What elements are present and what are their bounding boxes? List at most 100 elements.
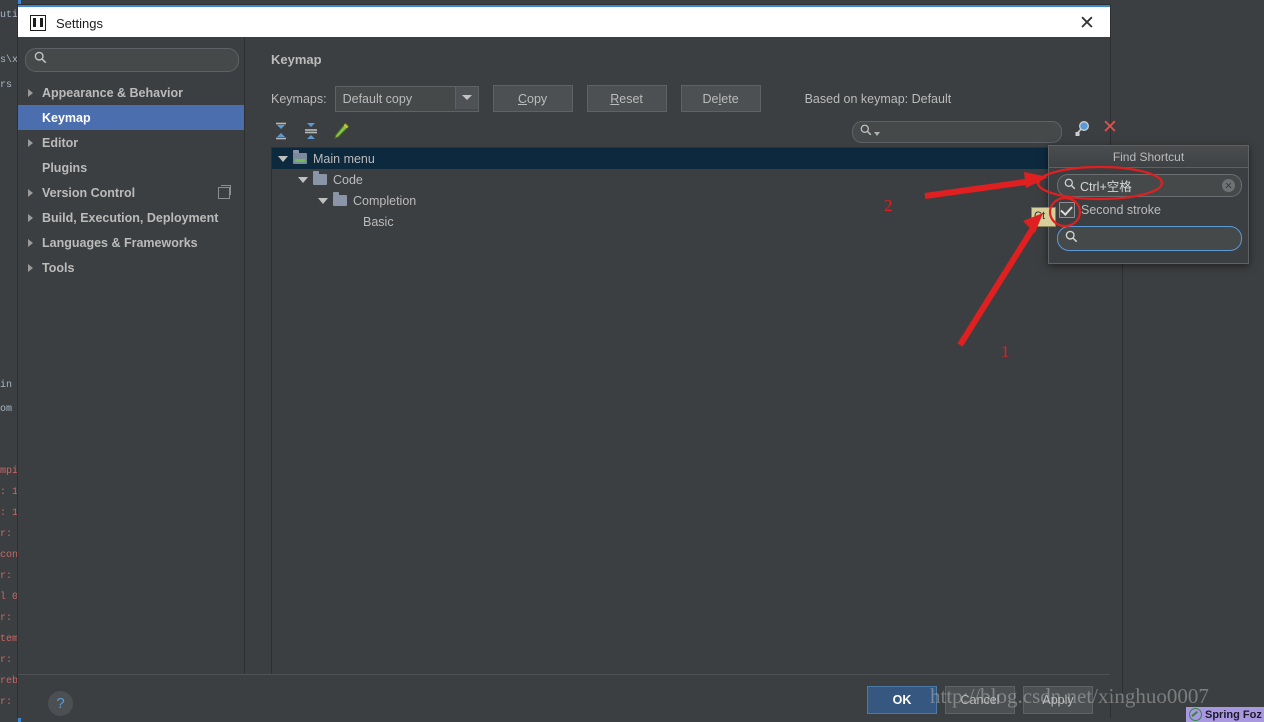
intellij-logo-icon — [30, 15, 46, 31]
sidebar-item-build-execution-deployment[interactable]: Build, Execution, Deployment — [18, 205, 244, 230]
ide-console-fragment: r: 1 — [0, 613, 18, 624]
delete-button-prefix: De — [702, 91, 719, 106]
ide-console-fragment: : 14 — [0, 487, 18, 498]
clear-circle-icon[interactable] — [1222, 179, 1235, 192]
ide-right-panel: Create ... — [1110, 0, 1264, 722]
sidebar-item-keymap[interactable]: Keymap — [18, 105, 244, 130]
keymap-search-box[interactable] — [852, 121, 1062, 143]
reset-button[interactable]: Reset — [586, 85, 667, 112]
second-stroke-checkbox-row[interactable]: Second stroke — [1059, 202, 1161, 218]
dialog-title: Settings — [56, 15, 103, 31]
sidebar-item-label: Version Control — [42, 185, 136, 200]
copy-button-label: opy — [527, 91, 548, 106]
cancel-button[interactable]: Cancel — [945, 686, 1015, 714]
sidebar-search-box[interactable] — [25, 48, 239, 72]
ok-button[interactable]: OK — [867, 686, 937, 714]
chevron-right-icon — [28, 263, 33, 272]
twisty-down-icon[interactable] — [278, 155, 288, 162]
ide-console-fragment: r: 1 — [0, 655, 18, 666]
chevron-right-icon — [28, 188, 33, 197]
keymap-pane: Keymap Keymaps: Default copy Copy Reset … — [245, 37, 1123, 694]
edit-shortcut-icon[interactable] — [331, 121, 351, 141]
page-title: Keymap — [271, 52, 322, 67]
second-stroke-label: Second stroke — [1081, 203, 1161, 217]
chevron-right-icon — [28, 213, 33, 222]
dialog-titlebar: Settings ✕ — [18, 5, 1110, 39]
tree-row-label: Basic — [363, 214, 394, 229]
twisty-down-icon[interactable] — [318, 197, 328, 204]
expand-all-icon[interactable] — [271, 121, 291, 141]
delete-button[interactable]: De l ete — [680, 85, 761, 112]
keymap-dropdown-value: Default copy — [342, 91, 413, 106]
keymap-toolbar — [271, 121, 351, 141]
sidebar-item-label: Plugins — [42, 160, 88, 175]
sidebar-item-label: Tools — [42, 260, 75, 275]
spacer-icon — [28, 164, 33, 172]
tree-row[interactable]: Code — [272, 169, 1122, 190]
ide-fragment: in — [0, 380, 13, 391]
search-icon — [1064, 177, 1076, 195]
ide-console-fragment: r: 1 — [0, 529, 18, 540]
annotation-number-2: 2 — [884, 196, 893, 215]
dialog-bottom-bar: ? OK Cancel Apply — [18, 674, 1110, 718]
keymap-tree[interactable]: Main menu Code Completion Basic — [271, 147, 1123, 694]
copy-button-mnemonic: C — [518, 91, 528, 106]
sidebar-item-label: Keymap — [42, 110, 91, 125]
close-icon[interactable]: ✕ — [1064, 7, 1110, 39]
tree-row-label: Code — [333, 172, 363, 187]
second-stroke-checkbox[interactable] — [1059, 202, 1075, 218]
ide-fragment: rs — [0, 80, 13, 91]
second-stroke-field[interactable] — [1057, 226, 1245, 251]
ide-fragment: utils — [0, 10, 18, 21]
sidebar-item-languages-frameworks[interactable]: Languages & Frameworks — [18, 230, 244, 255]
apply-button[interactable]: Apply — [1023, 686, 1093, 714]
collapse-all-icon[interactable] — [301, 121, 321, 141]
sidebar-item-version-control[interactable]: Version Control — [18, 180, 244, 205]
ide-left-editor-strip: utils s\x rs in om mpi : 14 : 14 r: 1 co… — [0, 0, 18, 722]
chevron-right-icon — [28, 238, 33, 247]
ide-console-fragment: mpi — [0, 466, 18, 477]
annotation-number-1: 1 — [1001, 342, 1010, 361]
help-button[interactable]: ? — [48, 691, 73, 716]
sidebar-item-label: Languages & Frameworks — [42, 235, 198, 250]
chevron-down-icon[interactable] — [454, 86, 478, 109]
tree-row[interactable]: Completion — [272, 190, 1122, 211]
first-stroke-value: Ctrl+空格 — [1080, 180, 1132, 194]
reset-button-label: eset — [619, 91, 643, 106]
find-shortcut-popup: Find Shortcut Ctrl+空格 Second stroke — [1048, 145, 1249, 264]
filter-by-shortcut-icon[interactable] — [1073, 119, 1093, 139]
chevron-right-icon — [28, 138, 33, 147]
ide-console-fragment: tem — [0, 634, 18, 645]
clear-filter-icon[interactable]: ✕ — [1100, 118, 1120, 138]
dialog-action-buttons: OK Cancel Apply — [867, 686, 1093, 714]
tree-row[interactable]: Main menu — [272, 148, 1122, 169]
sidebar-item-appearance-behavior[interactable]: Appearance & Behavior — [18, 80, 244, 105]
ide-console-fragment: r: 1 — [0, 697, 18, 708]
based-on-keymap-label: Based on keymap: Default — [804, 91, 952, 106]
spring-leaf-icon — [1189, 708, 1202, 721]
settings-sidebar: Appearance & Behavior Keymap Editor Plug… — [18, 37, 245, 674]
keymap-dropdown[interactable]: Default copy — [334, 85, 479, 112]
keymap-search-input[interactable] — [880, 125, 1061, 139]
spring-badge-label: Spring Foz — [1205, 708, 1262, 721]
reset-button-mnemonic: R — [610, 91, 620, 106]
keymap-selector-row: Keymaps: Default copy Copy Reset De l ete … — [271, 85, 951, 112]
tree-row-label: Completion — [353, 193, 417, 208]
copy-icon — [218, 185, 231, 199]
sidebar-item-label: Build, Execution, Deployment — [42, 210, 219, 225]
shortcut-tooltip-badge: Ct — [1031, 207, 1056, 227]
copy-button[interactable]: Copy — [492, 85, 573, 112]
sidebar-item-editor[interactable]: Editor — [18, 130, 244, 155]
first-stroke-field[interactable]: Ctrl+空格 — [1057, 174, 1242, 197]
twisty-down-icon[interactable] — [298, 176, 308, 183]
ide-console-fragment: r: 1 — [0, 571, 18, 582]
chevron-right-icon — [28, 88, 33, 97]
sidebar-item-tools[interactable]: Tools — [18, 255, 244, 280]
sidebar-item-plugins[interactable]: Plugins — [18, 155, 244, 180]
ide-console-fragment: l 0 — [0, 592, 18, 603]
sidebar-search-input[interactable] — [47, 53, 238, 67]
sidebar-item-list: Appearance & Behavior Keymap Editor Plug… — [18, 80, 244, 280]
sidebar-item-label: Appearance & Behavior — [42, 85, 184, 100]
second-stroke-input[interactable] — [1078, 230, 1245, 247]
tree-row[interactable]: Basic — [272, 211, 1122, 232]
